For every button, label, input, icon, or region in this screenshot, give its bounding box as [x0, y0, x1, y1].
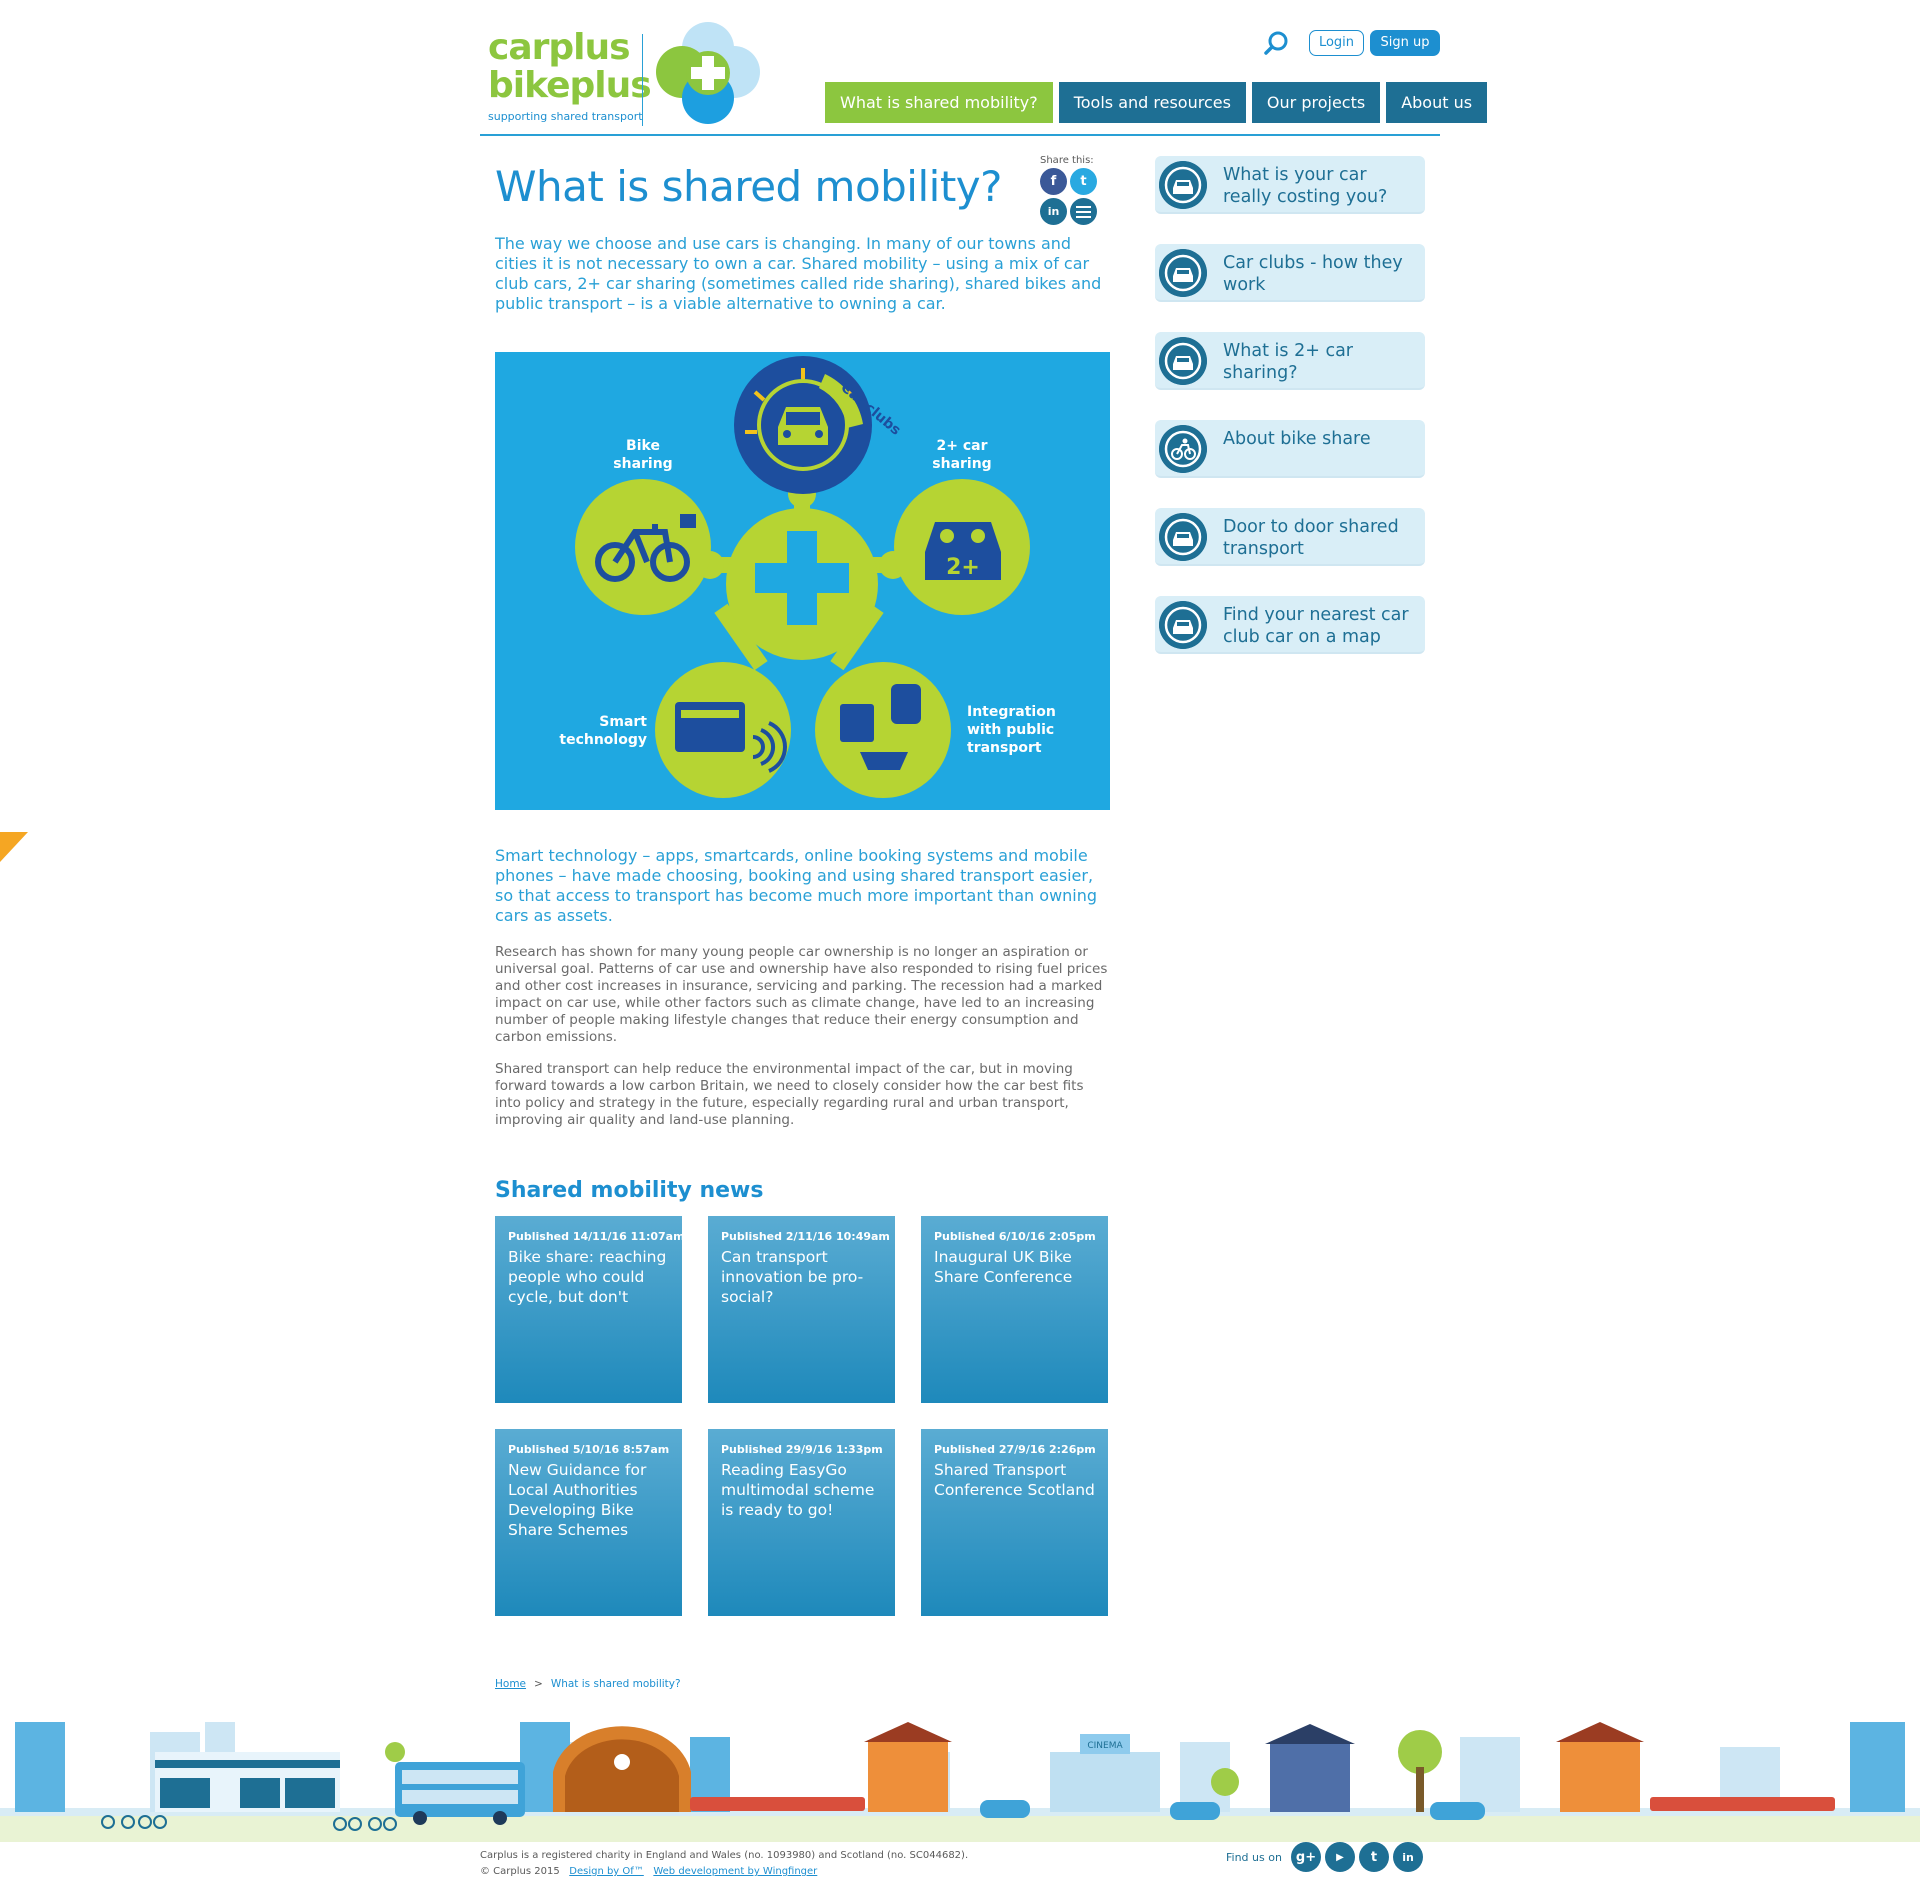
cinema-sign: CINEMA	[1087, 1741, 1123, 1751]
news-date: Published 2/11/16 10:49am	[721, 1230, 890, 1243]
bike-icon	[1159, 425, 1207, 473]
news-card[interactable]: Published 6/10/16 2:05pm Inaugural UK Bi…	[921, 1216, 1108, 1403]
bike-sharing-label-1: Bike	[626, 438, 660, 454]
sidebar-item-label: What is your car really costing you?	[1223, 165, 1388, 207]
news-title[interactable]: New Guidance for Local Authorities Devel…	[508, 1460, 669, 1540]
site-header: carplus bikeplus supporting shared trans…	[480, 0, 1488, 136]
car-sharing-label-1: 2+ car	[937, 438, 988, 454]
news-date: Published 5/10/16 8:57am	[508, 1443, 670, 1456]
logo-divider	[642, 34, 643, 126]
nav-our-projects[interactable]: Our projects	[1251, 82, 1381, 123]
youtube-icon[interactable]: ▶	[1325, 1842, 1355, 1872]
sidebar-item-label: Find your nearest car club car on a map	[1223, 605, 1409, 647]
bike-sharing-label-2: sharing	[613, 456, 672, 472]
find-us-label: Find us on	[1226, 1851, 1282, 1864]
logo-line1: carplus	[488, 27, 631, 68]
sidebar-item-bike-share[interactable]: About bike share	[1155, 420, 1425, 478]
breadcrumb-home-link[interactable]: Home	[495, 1678, 526, 1690]
footer-skyline-illustration: CINEMA	[0, 1712, 1920, 1842]
news-card[interactable]: Published 27/9/16 2:26pm Shared Transpor…	[921, 1429, 1108, 1616]
share-label: Share this:	[1040, 155, 1094, 166]
car-icon	[1159, 513, 1207, 561]
twitter-icon[interactable]: t	[1359, 1842, 1389, 1872]
news-title[interactable]: Reading EasyGo multimodal scheme is read…	[721, 1460, 882, 1520]
sidebar-item-label: Car clubs - how they work	[1223, 253, 1403, 295]
news-title[interactable]: Bike share: reaching people who could cy…	[508, 1247, 669, 1307]
logo-tagline: supporting shared transport	[488, 110, 643, 123]
logo[interactable]: carplus bikeplus supporting shared trans…	[480, 16, 770, 131]
linkedin-icon[interactable]: in	[1393, 1842, 1423, 1872]
news-date: Published 14/11/16 11:07am	[508, 1230, 685, 1243]
news-card[interactable]: Published 5/10/16 8:57am New Guidance fo…	[495, 1429, 682, 1616]
news-title[interactable]: Shared Transport Conference Scotland	[934, 1460, 1095, 1500]
feedback-tab[interactable]	[0, 832, 28, 862]
sidebar-item-label: Door to door shared transport	[1223, 517, 1399, 559]
integration-label-2: with public	[967, 722, 1054, 738]
footer-credits: © Carplus 2015 Design by Of™ Web develop…	[480, 1866, 817, 1877]
sidebar-item-car-clubs[interactable]: Car clubs - how they work	[1155, 244, 1425, 302]
news-card[interactable]: Published 2/11/16 10:49am Can transport …	[708, 1216, 895, 1403]
smart-tech-label-1: Smart	[599, 714, 647, 730]
body-paragraph-1: Research has shown for many young people…	[495, 944, 1108, 1045]
search-icon[interactable]	[1264, 30, 1290, 56]
news-card[interactable]: Published 29/9/16 1:33pm Reading EasyGo …	[708, 1429, 895, 1616]
linkedin-share-icon[interactable]: in	[1040, 198, 1067, 225]
shared-mobility-diagram: Car clubs Bike sharing 2+ 2+ car sharing…	[495, 352, 1110, 810]
copyright: © Carplus 2015	[480, 1866, 560, 1877]
car-icon	[1159, 337, 1207, 385]
design-credit-link[interactable]: Design by Of™	[569, 1866, 644, 1877]
smart-tech-label-2: technology	[559, 732, 647, 748]
sidebar-item-car-cost[interactable]: What is your car really costing you?	[1155, 156, 1425, 214]
body-paragraph-2: Shared transport can help reduce the env…	[495, 1061, 1084, 1128]
more-share-icon[interactable]	[1070, 198, 1097, 225]
main-nav: What is shared mobility? Tools and resou…	[825, 82, 1488, 123]
sidebar-item-label: What is 2+ car sharing?	[1223, 341, 1353, 383]
breadcrumb: Home > What is shared mobility?	[495, 1678, 681, 1690]
intro-text: The way we choose and use cars is changi…	[495, 234, 1102, 313]
sidebar-item-2plus-sharing[interactable]: What is 2+ car sharing?	[1155, 332, 1425, 390]
charity-notice: Carplus is a registered charity in Engla…	[480, 1850, 969, 1861]
nav-tools-and-resources[interactable]: Tools and resources	[1058, 82, 1246, 123]
breadcrumb-separator: >	[534, 1678, 543, 1690]
webdev-credit-link[interactable]: Web development by Wingfinger	[653, 1866, 817, 1877]
news-card[interactable]: Published 14/11/16 11:07am Bike share: r…	[495, 1216, 685, 1403]
logo-mark-icon	[656, 22, 760, 124]
signup-button[interactable]: Sign up	[1370, 30, 1440, 56]
car-icon	[1159, 161, 1207, 209]
breadcrumb-current: What is shared mobility?	[550, 1678, 681, 1690]
login-button[interactable]: Login	[1309, 30, 1364, 56]
twitter-share-icon[interactable]: t	[1070, 168, 1097, 195]
page-title: What is shared mobility?	[495, 162, 1002, 211]
news-date: Published 6/10/16 2:05pm	[934, 1230, 1096, 1243]
car-icon	[1159, 249, 1207, 297]
integration-label-1: Integration	[967, 704, 1056, 720]
news-heading: Shared mobility news	[495, 1178, 764, 1203]
car-sharing-label-2: sharing	[932, 456, 991, 472]
facebook-share-icon[interactable]: f	[1040, 168, 1067, 195]
news-date: Published 27/9/16 2:26pm	[934, 1443, 1096, 1456]
news-title[interactable]: Inaugural UK Bike Share Conference	[934, 1247, 1095, 1287]
nav-what-is-shared-mobility[interactable]: What is shared mobility?	[825, 82, 1053, 123]
logo-line2: bikeplus	[488, 65, 652, 106]
lead-paragraph: Smart technology – apps, smartcards, onl…	[495, 846, 1098, 925]
googleplus-icon[interactable]: g+	[1291, 1842, 1321, 1872]
sidebar-item-door-to-door[interactable]: Door to door shared transport	[1155, 508, 1425, 566]
news-date: Published 29/9/16 1:33pm	[721, 1443, 883, 1456]
car-icon	[1159, 601, 1207, 649]
two-plus-badge: 2+	[946, 555, 980, 580]
sidebar-item-find-car[interactable]: Find your nearest car club car on a map	[1155, 596, 1425, 654]
integration-label-3: transport	[967, 740, 1042, 756]
sidebar-item-label: About bike share	[1223, 429, 1371, 449]
news-title[interactable]: Can transport innovation be pro-social?	[721, 1247, 882, 1307]
nav-about-us[interactable]: About us	[1386, 82, 1488, 123]
